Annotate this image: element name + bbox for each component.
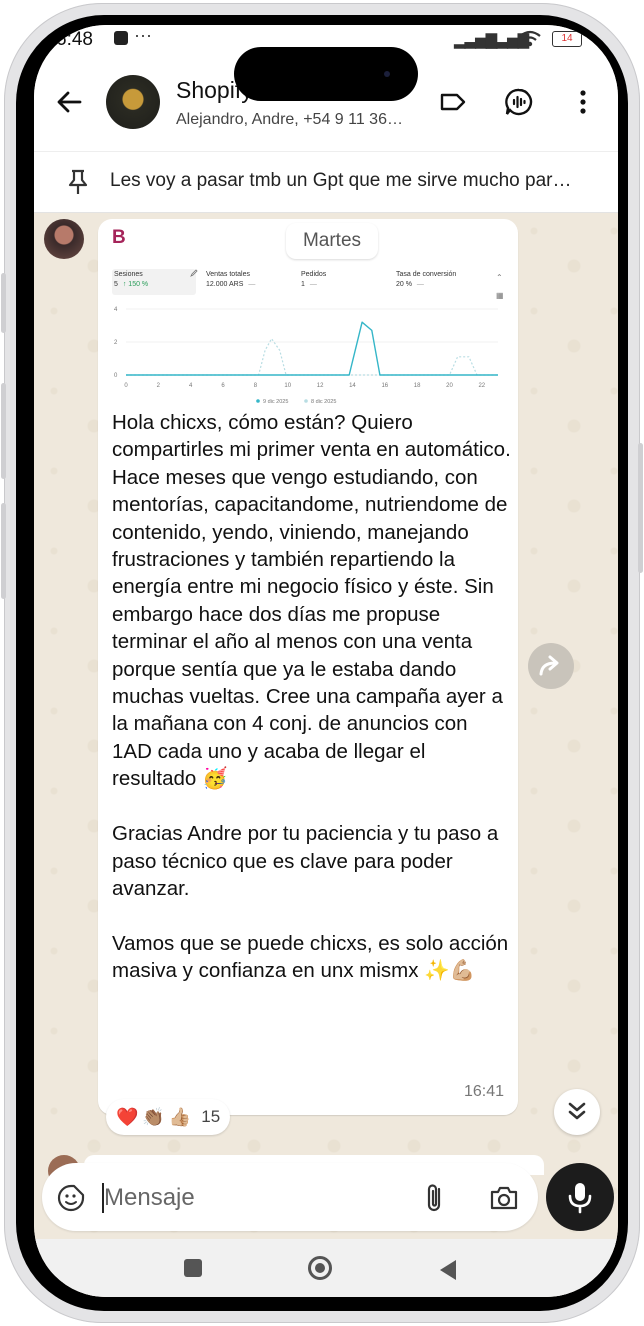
chat-area: B Martes Sesiones 5 ↑ 150 % Ventas total… xyxy=(34,211,618,1297)
metric-label: Tasa de conversión xyxy=(396,271,457,278)
chart-x-tick-label: 8 xyxy=(254,383,258,389)
chart-x-tick-label: 12 xyxy=(317,383,324,389)
chart-series-line xyxy=(126,321,498,376)
attach-icon[interactable] xyxy=(420,1181,450,1215)
side-button xyxy=(1,503,6,599)
home-dot xyxy=(315,1263,325,1273)
metric-label: Ventas totales xyxy=(206,271,250,278)
message-time: 16:41 xyxy=(463,1083,504,1100)
voice-message-button[interactable] xyxy=(546,1163,614,1231)
legend-label: 9 dic 2025 xyxy=(263,399,288,405)
chart-x-tick-label: 14 xyxy=(349,383,356,389)
side-button xyxy=(1,383,6,479)
legend-marker xyxy=(304,399,308,403)
side-button xyxy=(638,443,643,573)
chart-y-tick-label: 4 xyxy=(114,307,118,313)
metric-value: 12.000 ARS xyxy=(206,281,244,288)
chart-x-tick-label: 2 xyxy=(157,383,161,389)
sender-avatar[interactable] xyxy=(44,219,84,259)
chart-x-tick-label: 4 xyxy=(189,383,193,389)
chart-y-tick-label: 0 xyxy=(114,373,118,379)
back-button[interactable] xyxy=(438,1259,458,1281)
message-input-placeholder[interactable]: Mensaje xyxy=(104,1184,195,1212)
microphone-icon xyxy=(568,1183,592,1214)
reaction-count: 15 xyxy=(201,1107,221,1126)
chart-x-tick-label: 16 xyxy=(381,383,388,389)
sessions-line-chart: 0 2 4 0 2 4 6 8 10 12 14 16 18 20 22 9 dic 2025 8 dic … xyxy=(114,307,498,405)
metric-conversion: Tasa de conversión 20 % — xyxy=(396,271,496,288)
system-navigation-bar xyxy=(34,1239,618,1297)
battery-icon: 14 xyxy=(552,31,582,47)
pin-icon xyxy=(68,169,88,194)
forward-button[interactable] xyxy=(528,643,574,689)
forward-icon xyxy=(539,655,559,676)
chart-y-tick-label: 2 xyxy=(114,340,118,346)
sticker-icon[interactable] xyxy=(56,1183,86,1213)
metric-label: Pedidos xyxy=(301,271,327,278)
chat-participants[interactable]: Alejandro, Andre, +54 9 11 36… xyxy=(176,111,426,129)
metric-delta: — xyxy=(309,281,317,288)
metric-delta: — xyxy=(248,281,256,288)
chart-x-tick-label: 20 xyxy=(446,383,453,389)
legend-marker xyxy=(256,399,260,403)
collapse-chevron-icon: ⌃ xyxy=(496,273,503,282)
chart-x-tick-label: 6 xyxy=(221,383,225,389)
status-time: 6:48 xyxy=(56,29,93,50)
metric-orders: Pedidos 1 — xyxy=(301,271,391,288)
reaction-clap: 👏🏽 xyxy=(142,1106,165,1127)
metric-delta: — xyxy=(416,281,424,288)
reactions-bar[interactable]: ❤️ 👏🏽 👍🏼 15 xyxy=(106,1099,231,1135)
more-notifications: ··· xyxy=(134,25,152,45)
more-options-icon[interactable] xyxy=(568,87,598,117)
message-input-bar[interactable]: Mensaje xyxy=(42,1163,538,1231)
chart-x-tick-label: 22 xyxy=(478,383,485,389)
scroll-to-bottom-button[interactable] xyxy=(554,1089,600,1135)
screen: 6:48 ··· ▂▃▅▇ ▂▃▅▇ 14 Shopify Alejandro,… xyxy=(34,25,618,1297)
reaction-thumbs-up: 👍🏼 xyxy=(168,1106,192,1127)
metric-sales: Ventas totales 12.000 ARS — xyxy=(206,271,296,288)
pinned-message-text: Les voy a pasar tmb un Gpt que me sirve … xyxy=(110,170,572,191)
side-button xyxy=(1,273,6,333)
chart-x-tick-label: 18 xyxy=(414,383,421,389)
dynamic-island xyxy=(234,47,418,101)
group-avatar[interactable] xyxy=(106,75,160,129)
home-button[interactable] xyxy=(308,1256,332,1280)
pinned-message-bar[interactable]: Les voy a pasar tmb un Gpt que me sirve … xyxy=(34,151,618,213)
reaction-heart: ❤️ xyxy=(116,1106,139,1127)
metric-value: 1 xyxy=(301,281,305,288)
message-bubble[interactable]: B Martes Sesiones 5 ↑ 150 % Ventas total… xyxy=(98,219,518,1115)
camera-icon[interactable] xyxy=(488,1183,520,1213)
chart-series-line xyxy=(126,338,498,376)
recents-button[interactable] xyxy=(184,1259,202,1277)
back-arrow-icon[interactable] xyxy=(54,87,84,117)
edit-icon xyxy=(190,269,198,277)
message-text: Hola chicxs, cómo están? Quiero comparti… xyxy=(112,411,511,983)
day-separator: Martes xyxy=(286,223,378,259)
wifi-icon xyxy=(519,30,541,47)
app-notification-icon xyxy=(114,31,128,45)
chart-x-tick-label: 0 xyxy=(124,383,128,389)
analytics-screenshot[interactable]: Sesiones 5 ↑ 150 % Ventas totales 12.000… xyxy=(108,257,510,409)
label-icon[interactable] xyxy=(438,87,468,117)
metric-value: 20 % xyxy=(396,281,412,288)
voice-chat-icon[interactable] xyxy=(504,87,534,117)
metric-value: 5 xyxy=(114,281,118,288)
chart-x-tick-label: 10 xyxy=(284,383,291,389)
legend-label: 8 dic 2025 xyxy=(311,399,336,405)
double-chevron-down-icon xyxy=(568,1102,586,1120)
sender-name[interactable]: B xyxy=(112,227,126,249)
metric-delta: ↑ 150 % xyxy=(122,281,149,288)
